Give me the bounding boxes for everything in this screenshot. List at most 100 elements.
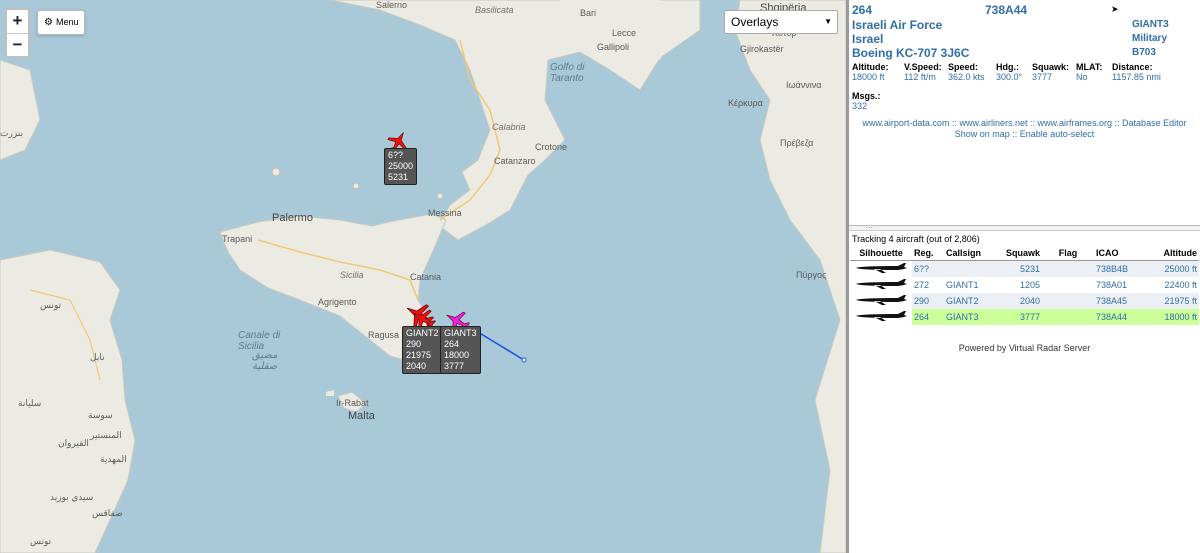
- table-row[interactable]: 272 GIANT1 1205 738A01 22400 ft: [850, 277, 1199, 293]
- aircraft-label-6xx[interactable]: 6?? 25000 5231: [384, 148, 418, 185]
- link-airframes[interactable]: www.airframes.org: [1038, 118, 1113, 128]
- cell-altitude: 21975 ft: [1146, 293, 1199, 309]
- powered-by: Powered by Virtual Radar Server: [958, 343, 1091, 353]
- place-preveza: Πρέβεζα: [780, 138, 814, 148]
- cell-flag: [1042, 260, 1095, 277]
- link-database-editor[interactable]: Database Editor: [1122, 118, 1187, 128]
- place-sfax: صفاقس: [92, 508, 123, 518]
- table-row[interactable]: 290 GIANT2 2040 738A45 21975 ft: [850, 293, 1199, 309]
- table-header-row: Silhouette Reg. Callsign Squawk Flag ICA…: [850, 246, 1199, 261]
- stat-vspeed: V.Speed: 112 ft/m: [904, 62, 942, 82]
- cell-flag: [1042, 277, 1094, 293]
- place-kairouan: القيروان: [58, 438, 89, 448]
- zoom-control: + −: [5, 8, 30, 58]
- col-callsign[interactable]: Callsign: [944, 246, 1004, 261]
- place-ioannina: Ιωάννινα: [786, 80, 822, 90]
- place-lecce: Lecce: [612, 28, 637, 38]
- cell-altitude: 25000 ft: [1146, 260, 1199, 277]
- place-ragusa: Ragusa: [368, 330, 400, 340]
- menu-button[interactable]: ⚙ Menu: [37, 10, 86, 35]
- aircraft-detail-header: 264 738A44 ➤ GIANT3 Israeli Air Force Mi…: [849, 0, 1200, 60]
- stat-distance: Distance: 1157.85 nmi: [1112, 62, 1161, 82]
- link-show-on-map[interactable]: Show on map: [955, 129, 1010, 139]
- link-sep: ::: [949, 118, 960, 128]
- cell-icao: 738A44: [1094, 309, 1147, 325]
- place-trapani: Trapani: [222, 234, 253, 244]
- cell-callsign: [944, 260, 1004, 277]
- cell-reg: 290: [912, 293, 944, 309]
- place-mahdia: المهدية: [100, 454, 127, 464]
- overlays-dropdown[interactable]: Overlays ▼: [724, 10, 838, 34]
- aircraft-label-giant2[interactable]: GIANT2 290 21975 2040: [402, 326, 443, 374]
- cell-callsign: GIANT1: [946, 280, 979, 290]
- cell-squawk: 3777: [1004, 309, 1043, 325]
- tracking-count: Tracking 4 aircraft (out of 2,806): [852, 234, 980, 244]
- link-airliners[interactable]: www.airliners.net: [959, 118, 1027, 128]
- place-calabria: Calabria: [492, 122, 526, 132]
- silhouette-icon: [850, 309, 912, 325]
- place-pyrgos: Πύργος: [796, 270, 827, 280]
- place-malta: Malta: [348, 410, 375, 422]
- place-kerkyra: Κέρκυρα: [728, 98, 763, 108]
- details-panel: 264 738A44 ➤ GIANT3 Israeli Air Force Mi…: [849, 0, 1200, 553]
- col-silhouette[interactable]: Silhouette: [850, 246, 912, 261]
- col-icao[interactable]: ICAO: [1094, 246, 1147, 261]
- cell-altitude: 22400 ft: [1164, 280, 1197, 290]
- map[interactable]: Salerno Basilicata Bari Lecce Gallipoli …: [0, 0, 846, 553]
- detail-reg: 264: [852, 3, 873, 17]
- place-tunis-bottom: تونس: [30, 536, 52, 546]
- place-basilicata: Basilicata: [475, 5, 514, 15]
- cell-icao: 738A01: [1096, 280, 1128, 290]
- col-altitude[interactable]: Altitude: [1146, 246, 1199, 261]
- zoom-in-button[interactable]: +: [7, 10, 28, 33]
- place-catania: Catania: [410, 272, 442, 282]
- place-canale-di-sicilia: Canale di Sicilia: [238, 330, 281, 352]
- cell-icao: 738A45: [1094, 293, 1147, 309]
- place-crotone: Crotone: [535, 142, 568, 152]
- place-gjirokaster: Gjirokastër: [740, 44, 784, 54]
- link-sep: ::: [1027, 118, 1038, 128]
- panel-horizontal-splitter[interactable]: ⋯: [849, 223, 1200, 232]
- col-squawk[interactable]: Squawk: [1004, 246, 1043, 261]
- cell-flag: [1042, 293, 1095, 309]
- stat-speed: Speed: 362.0 kts: [948, 62, 985, 82]
- col-flag[interactable]: Flag: [1042, 246, 1095, 261]
- place-monastir: المنستير: [90, 430, 122, 440]
- cell-icao: 738B4B: [1094, 260, 1147, 277]
- stat-altitude: Altitude: 18000 ft: [852, 62, 889, 82]
- menu-label: Menu: [55, 17, 79, 27]
- chevron-down-icon: ▼: [824, 17, 832, 26]
- detail-type-code: B703: [1132, 47, 1156, 58]
- place-ir-rabat: Ir-Rabat: [336, 398, 369, 408]
- place-canale-arabic: مضيق صقلية: [252, 350, 278, 372]
- place-salerno: Salerno: [376, 0, 408, 10]
- stat-msgs: Msgs.: 332: [852, 91, 881, 111]
- detail-icao: 738A44: [985, 3, 1028, 17]
- col-reg[interactable]: Reg.: [912, 246, 944, 261]
- detail-species: Military: [1132, 33, 1168, 44]
- place-gallipoli: Gallipoli: [597, 42, 630, 52]
- stat-squawk: Squawk: 3777: [1032, 62, 1070, 82]
- place-agrigento: Agrigento: [318, 297, 357, 307]
- silhouette-icon: [850, 277, 912, 293]
- place-bizerte: بنزرت: [0, 128, 24, 138]
- zoom-out-button[interactable]: −: [7, 33, 28, 56]
- detail-stats: Altitude: 18000 ft V.Speed: 112 ft/m Speed…: [852, 62, 1197, 82]
- cell-altitude: 18000 ft: [1146, 309, 1199, 325]
- place-sousse: سوسة: [88, 410, 113, 420]
- place-golfo-taranto: Golfo di Taranto: [550, 62, 585, 84]
- stat-mlat: MLAT: No: [1076, 62, 1103, 82]
- link-sep: ::: [1112, 118, 1123, 128]
- aircraft-label-giant3[interactable]: GIANT3 264 18000 3777: [440, 326, 481, 374]
- cell-squawk: 5231: [1004, 260, 1043, 277]
- cell-squawk: 1205: [1019, 280, 1041, 290]
- heading-arrow-icon: ➤: [1111, 4, 1119, 14]
- cell-callsign: GIANT3: [944, 309, 1004, 325]
- link-airport-data[interactable]: www.airport-data.com: [862, 118, 949, 128]
- table-row[interactable]: 6?? 5231 738B4B 25000 ft: [850, 260, 1199, 277]
- silhouette-icon: [850, 293, 912, 309]
- stat-heading: Hdg.: 300.0°: [996, 62, 1023, 82]
- table-row-selected[interactable]: 264 GIANT3 3777 738A44 18000 ft: [850, 309, 1199, 325]
- link-auto-select[interactable]: Enable auto-select: [1020, 129, 1095, 139]
- cell-callsign: GIANT2: [944, 293, 1004, 309]
